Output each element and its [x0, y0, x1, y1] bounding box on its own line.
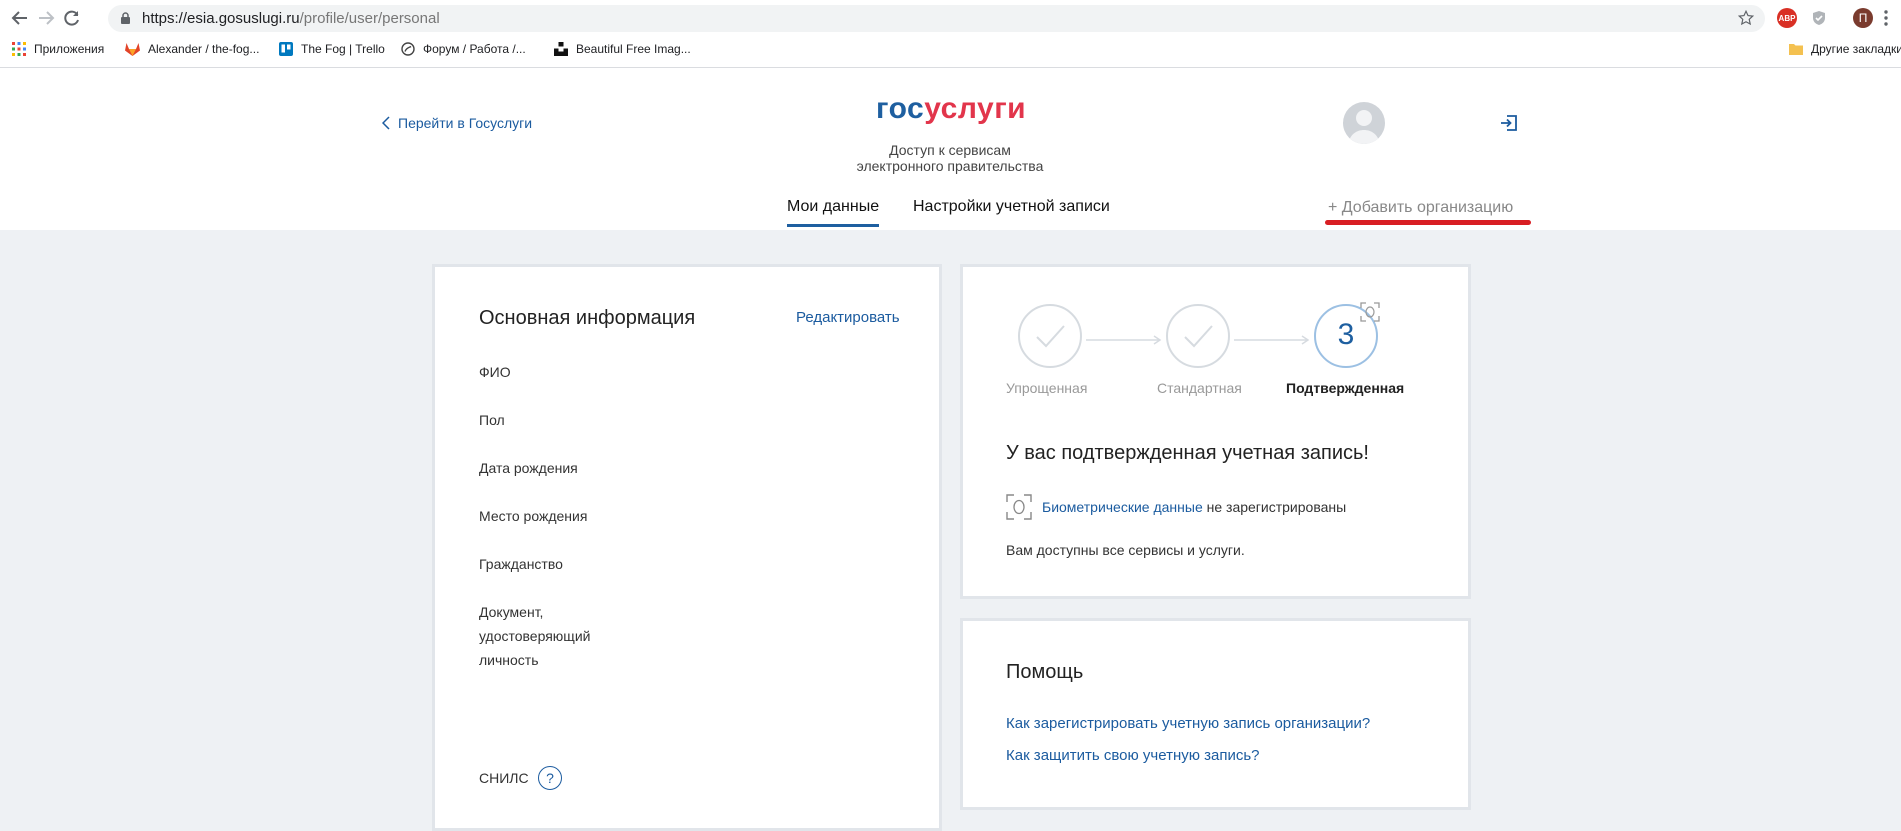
back-arrow-icon[interactable]	[8, 6, 32, 30]
highlight-underline	[1325, 220, 1531, 225]
apps-grid-icon	[12, 42, 26, 56]
help-title: Помощь	[1006, 661, 1084, 683]
field-citizenship: Гражданство	[479, 556, 563, 572]
field-birth-date: Дата рождения	[479, 460, 578, 476]
step-label-standard: Стандартная	[1157, 380, 1242, 396]
chevron-left-icon	[382, 116, 390, 130]
checkmark-icon	[1184, 325, 1213, 348]
add-organization-link[interactable]: + Добавить организацию	[1328, 199, 1513, 217]
shield-extension-icon[interactable]	[1809, 8, 1829, 28]
step-number: 3	[1337, 318, 1355, 351]
biometrics-status: не зарегистрированы	[1206, 499, 1347, 515]
tagline-line-2: электронного правительства	[856, 158, 1044, 174]
face-scan-icon	[1006, 494, 1032, 520]
url-host: https://esia.gosuslugi.ru	[142, 10, 300, 27]
user-avatar[interactable]	[1343, 102, 1385, 144]
site-tagline: Доступ к сервисам электронного правитель…	[850, 142, 1050, 174]
url-text: https://esia.gosuslugi.ru/profile/user/p…	[142, 10, 440, 27]
gosuslugi-logo[interactable]: госуслуги	[876, 92, 1026, 126]
step-label-simplified: Упрощенная	[1006, 380, 1088, 396]
profile-avatar[interactable]: П	[1853, 8, 1873, 28]
tab-my-data[interactable]: Мои данные	[787, 198, 880, 227]
site-header: Перейти в Госуслуги госуслуги Доступ к с…	[0, 68, 1901, 230]
field-fio: ФИО	[479, 364, 511, 380]
adblock-plus-icon[interactable]: ABP	[1777, 8, 1797, 28]
field-gender: Пол	[479, 412, 505, 428]
menu-dots-icon[interactable]	[1874, 6, 1898, 30]
forward-arrow-icon[interactable]	[34, 6, 58, 30]
bookmark-label: Beautiful Free Imag...	[576, 42, 691, 56]
address-bar[interactable]: https://esia.gosuslugi.ru/profile/user/p…	[108, 5, 1765, 32]
bookmark-trello[interactable]: The Fog | Trello	[279, 42, 385, 56]
back-to-gosuslugi-link[interactable]: Перейти в Госуслуги	[382, 115, 532, 131]
logout-icon[interactable]	[1500, 114, 1518, 132]
edit-link[interactable]: Редактировать	[796, 309, 900, 326]
bookmark-gitlab[interactable]: Alexander / the-fog...	[125, 42, 259, 56]
snils-help-icon[interactable]: ?	[538, 766, 562, 790]
face-scan-icon	[1360, 302, 1380, 322]
document-label-line: удостоверяющий	[479, 628, 591, 644]
browser-chrome: https://esia.gosuslugi.ru/profile/user/p…	[0, 0, 1901, 68]
main-info-title: Основная информация	[479, 307, 696, 329]
logo-part-uslugi: услуги	[924, 92, 1027, 125]
bookmark-label: Приложения	[34, 42, 105, 56]
back-link-label: Перейти в Госуслуги	[398, 115, 533, 131]
bookmark-other-folder[interactable]: Другие закладки	[1789, 42, 1901, 56]
services-available-text: Вам доступны все сервисы и услуги.	[1006, 542, 1245, 558]
bookmark-forum[interactable]: Форум / Работа /...	[401, 42, 526, 56]
bookmark-star-icon[interactable]	[1737, 9, 1755, 27]
document-label-line: личность	[479, 652, 539, 668]
checkmark-icon	[1036, 325, 1065, 348]
trello-icon	[279, 42, 293, 56]
lock-icon	[120, 12, 131, 25]
tagline-line-1: Доступ к сервисам	[889, 142, 1011, 158]
bookmark-label: Форум / Работа /...	[423, 42, 526, 56]
tab-account-settings[interactable]: Настройки учетной записи	[913, 198, 1110, 216]
folder-icon	[1789, 43, 1803, 55]
step-arrow-icon	[1234, 335, 1310, 345]
bookmark-apps[interactable]: Приложения	[12, 42, 104, 56]
gitlab-fox-icon	[125, 42, 140, 56]
document-label-line: Документ,	[479, 604, 544, 620]
url-path: /profile/user/personal	[299, 10, 440, 27]
step-standard-circle	[1166, 304, 1230, 368]
help-link-register-org[interactable]: Как зарегистрировать учетную запись орга…	[1006, 715, 1370, 732]
status-message: У вас подтвержденная учетная запись!	[1006, 442, 1369, 464]
step-simplified-circle	[1018, 304, 1082, 368]
help-link-protect-account[interactable]: Как защитить свою учетную запись?	[1006, 747, 1260, 764]
field-birth-place: Место рождения	[479, 508, 588, 524]
reload-icon[interactable]	[60, 6, 84, 30]
forum-site-icon	[401, 42, 415, 56]
bookmark-label: The Fog | Trello	[301, 42, 385, 56]
unsplash-icon	[554, 42, 568, 56]
biometrics-row: Биометрические данные не зарегистрирован…	[1006, 494, 1346, 520]
step-label-confirmed: Подтвержденная	[1286, 380, 1405, 396]
account-status-card: 3 Упрощенная Стандартная Подтвержденная …	[960, 264, 1471, 599]
bookmark-images[interactable]: Beautiful Free Imag...	[554, 42, 691, 56]
field-snils: СНИЛС	[479, 770, 529, 786]
biometrics-link[interactable]: Биометрические данные	[1042, 499, 1203, 515]
bookmarks-bar: Приложения Alexander / the-fog... The Fo…	[0, 40, 1901, 64]
bookmark-label: Другие закладки	[1811, 42, 1901, 56]
logo-part-gos: гос	[876, 92, 925, 125]
help-card: Помощь Как зарегистрировать учетную запи…	[960, 618, 1471, 810]
main-info-card: Основная информация Редактировать ФИО По…	[432, 264, 942, 831]
step-arrow-icon	[1086, 335, 1162, 345]
bookmark-label: Alexander / the-fog...	[148, 42, 260, 56]
field-identity-document: Документ, удостоверяющий личность	[479, 600, 590, 672]
